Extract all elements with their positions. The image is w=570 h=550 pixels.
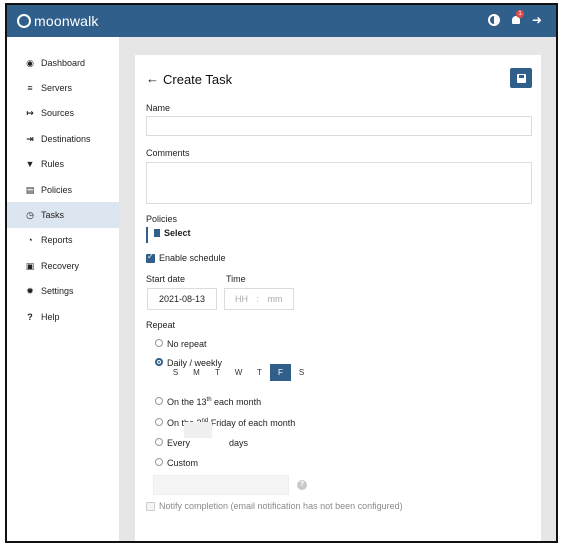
weekday-fri[interactable]: F xyxy=(270,364,291,381)
sidebar-item-dashboard[interactable]: ◉ Dashboard xyxy=(7,50,119,75)
sidebar-item-label: Servers xyxy=(41,83,73,94)
sidebar-item-destinations[interactable]: ⇥ Destinations xyxy=(7,126,119,151)
policies-label: Policies xyxy=(146,214,178,224)
enable-schedule-checkbox[interactable] xyxy=(146,252,155,263)
sidebar-item-label: Sources xyxy=(41,108,75,119)
start-date-input[interactable]: 2021-08-13 xyxy=(147,288,217,310)
clock-icon: ◷ xyxy=(26,210,34,221)
select-label: Select xyxy=(164,228,191,238)
weekday-mon[interactable]: M xyxy=(186,364,207,381)
sidebar-item-reports[interactable]: ◔ Reports xyxy=(7,228,119,253)
repeat-daily-weekly-radio[interactable] xyxy=(155,358,163,366)
notify-completion-checkbox[interactable] xyxy=(146,502,155,511)
app-name: moonwalk xyxy=(34,13,99,29)
sidebar-item-label: Policies xyxy=(41,184,73,195)
table-icon: ▤ xyxy=(25,184,35,195)
sidebar-item-servers[interactable]: ≡ Servers xyxy=(7,75,119,100)
repeat-every-radio[interactable] xyxy=(155,438,163,446)
comments-label: Comments xyxy=(146,148,190,158)
notification-badge: 1 xyxy=(516,10,524,18)
weekday-tue[interactable]: T xyxy=(207,364,228,381)
contrast-icon[interactable] xyxy=(488,14,500,26)
sidebar-item-label: Tasks xyxy=(41,210,65,221)
moon-logo-icon xyxy=(17,14,31,28)
bell-icon[interactable]: 1 xyxy=(510,10,524,26)
sidebar: ◉ Dashboard ≡ Servers ↦ Sources ⇥ Destin… xyxy=(7,37,119,541)
start-date-label: Start date xyxy=(146,274,186,284)
help-question-icon[interactable]: ? xyxy=(297,480,307,490)
create-task-card: ← Create Task Name Comments Policies Sel… xyxy=(135,55,541,541)
every-days-input[interactable] xyxy=(184,422,212,438)
name-input[interactable] xyxy=(146,116,532,136)
logout-icon[interactable]: ➜ xyxy=(532,14,544,26)
list-icon xyxy=(154,229,160,237)
sidebar-item-label: Settings xyxy=(41,286,74,297)
server-icon: ≡ xyxy=(27,83,33,94)
app-window: moonwalk 1 ➜ ◉ Dashboard ≡ Servers ↦ Sou… xyxy=(5,3,558,543)
sidebar-item-label: Help xyxy=(41,311,60,322)
repeat-monthly-weekday-radio[interactable] xyxy=(155,418,163,426)
repeat-monthly-day-radio[interactable] xyxy=(155,397,163,405)
sidebar-item-label: Dashboard xyxy=(41,57,86,68)
dashboard-icon: ◉ xyxy=(26,57,34,68)
weekday-thu[interactable]: T xyxy=(249,364,270,381)
repeat-no-repeat-radio[interactable] xyxy=(155,339,163,347)
weekday-selector: S M T W T F S xyxy=(165,364,312,381)
main-content: ← Create Task Name Comments Policies Sel… xyxy=(119,37,556,541)
time-mm: mm xyxy=(267,294,283,304)
sidebar-item-label: Recovery xyxy=(41,260,80,271)
destination-icon: ⇥ xyxy=(26,133,34,144)
enable-schedule-label: Enable schedule xyxy=(159,253,226,263)
repeat-custom-radio[interactable] xyxy=(155,458,163,466)
pie-chart-icon: ◔ xyxy=(27,235,33,246)
sidebar-item-help[interactable]: ? Help xyxy=(7,304,119,329)
custom-label: Custom xyxy=(167,458,199,468)
floppy-icon xyxy=(516,73,526,83)
back-arrow-icon[interactable]: ← xyxy=(146,72,159,86)
no-repeat-label: No repeat xyxy=(167,339,207,349)
comments-textarea[interactable] xyxy=(146,162,532,204)
save-button[interactable] xyxy=(510,68,532,88)
filter-icon: ▼ xyxy=(25,159,35,170)
name-label: Name xyxy=(146,103,171,113)
repeat-label: Repeat xyxy=(146,320,176,330)
custom-schedule-input[interactable] xyxy=(153,475,289,495)
time-hh: HH xyxy=(235,294,248,304)
time-input[interactable]: HH : mm xyxy=(224,288,294,310)
source-icon: ↦ xyxy=(26,108,34,119)
app-logo[interactable]: moonwalk xyxy=(17,13,99,29)
sidebar-item-policies[interactable]: ▤ Policies xyxy=(7,177,119,202)
gear-icon: ✹ xyxy=(26,286,34,297)
time-separator: : xyxy=(256,294,260,304)
every-label: Every xyxy=(167,438,191,448)
sidebar-item-recovery[interactable]: ▣ Recovery xyxy=(7,253,119,278)
sidebar-item-label: Reports xyxy=(41,235,73,246)
time-label: Time xyxy=(226,274,246,284)
briefcase-icon: ▣ xyxy=(25,260,35,271)
sidebar-item-settings[interactable]: ✹ Settings xyxy=(7,279,119,304)
days-label: days xyxy=(229,438,249,448)
policies-select-bar xyxy=(146,227,148,243)
page-title: Create Task xyxy=(163,72,233,87)
weekday-sat[interactable]: S xyxy=(291,364,312,381)
monthly-day-label: On the 13th each month xyxy=(167,397,262,407)
question-icon: ? xyxy=(27,311,33,322)
sidebar-item-tasks[interactable]: ◷ Tasks xyxy=(7,202,119,228)
sidebar-item-sources[interactable]: ↦ Sources xyxy=(7,101,119,126)
policies-select-button[interactable]: Select xyxy=(154,228,191,238)
top-bar: moonwalk 1 ➜ xyxy=(7,5,556,37)
weekday-wed[interactable]: W xyxy=(228,364,249,381)
top-bar-actions: 1 ➜ xyxy=(488,10,544,26)
sidebar-item-label: Rules xyxy=(41,159,65,170)
sidebar-item-label: Destinations xyxy=(41,133,91,144)
sidebar-item-rules[interactable]: ▼ Rules xyxy=(7,152,119,177)
notify-completion-label: Notify completion (email notification ha… xyxy=(159,501,403,511)
weekday-sun[interactable]: S xyxy=(165,364,186,381)
